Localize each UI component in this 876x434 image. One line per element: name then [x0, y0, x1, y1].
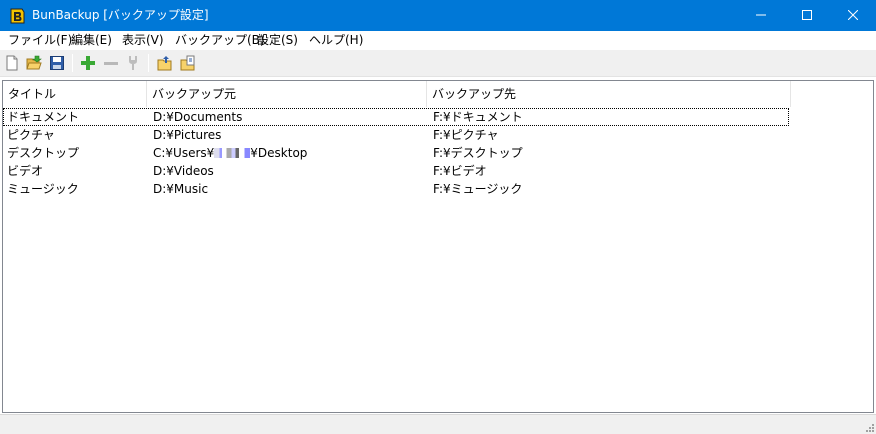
list-item[interactable]: ピクチャ D:¥Pictures F:¥ピクチャ: [3, 126, 789, 144]
toolbar-separator: [148, 54, 149, 72]
toolbar: [0, 50, 876, 77]
item-destination: F:¥ビデオ: [433, 164, 487, 178]
item-destination: F:¥ピクチャ: [433, 128, 499, 142]
open-folder-icon: [26, 55, 42, 70]
item-title: ビデオ: [7, 164, 44, 178]
item-source: C:¥Users¥ ¥Desktop: [149, 144, 307, 162]
window-title: BunBackup [バックアップ設定]: [32, 8, 209, 22]
list-item[interactable]: ビデオ D:¥Videos F:¥ビデオ: [3, 162, 789, 180]
bunbackup-app-icon[interactable]: [8, 7, 26, 25]
masked-username: [214, 148, 251, 158]
item-destination: F:¥デスクトップ: [433, 146, 523, 160]
menu-bar: ファイル(F) 編集(E) 表示(V) バックアップ(B) 設定(S) ヘルプ(…: [0, 31, 876, 50]
backup-icon: [157, 56, 172, 71]
add-button[interactable]: [78, 53, 98, 73]
save-button[interactable]: [47, 53, 67, 73]
maximize-icon: [802, 10, 812, 20]
menu-backup[interactable]: バックアップ(B): [175, 33, 265, 48]
close-button[interactable]: [830, 0, 876, 31]
column-header-source[interactable]: バックアップ元: [147, 81, 427, 107]
item-source: D:¥Videos: [153, 164, 214, 178]
menu-edit[interactable]: 編集(E): [71, 33, 112, 48]
status-bar: [0, 414, 876, 434]
item-title: ドキュメント: [7, 110, 80, 124]
item-title: ミュージック: [7, 182, 79, 196]
new-button[interactable]: [2, 53, 22, 73]
resize-grip-icon[interactable]: [864, 422, 874, 432]
minimize-icon: [756, 14, 766, 16]
item-source: D:¥Documents: [153, 110, 243, 124]
column-header-title[interactable]: タイトル: [3, 81, 147, 107]
item-title: ピクチャ: [7, 128, 55, 142]
menu-help[interactable]: ヘルプ(H): [309, 33, 363, 48]
menu-file[interactable]: ファイル(F): [8, 33, 72, 48]
source-prefix: C:¥Users¥: [153, 146, 215, 160]
list-item[interactable]: ミュージック D:¥Music F:¥ミュージック: [3, 180, 789, 198]
backup-list[interactable]: タイトル バックアップ元 バックアップ先 ドキュメント D:¥Documents…: [2, 80, 874, 413]
new-file-icon: [6, 55, 18, 71]
item-destination: F:¥ミュージック: [433, 182, 523, 196]
item-title: デスクトップ: [7, 146, 80, 160]
open-button[interactable]: [24, 53, 44, 73]
backup-button[interactable]: [155, 53, 175, 73]
item-destination: F:¥ドキュメント: [433, 110, 523, 124]
list-header: タイトル バックアップ元 バックアップ先: [3, 81, 873, 107]
source-suffix: ¥Desktop: [250, 146, 308, 160]
menu-settings[interactable]: 設定(S): [257, 33, 298, 48]
menu-view[interactable]: 表示(V): [122, 33, 164, 48]
save-icon: [50, 56, 64, 70]
list-item[interactable]: デスクトップ C:¥Users¥ ¥Desktop F:¥デスクトップ: [3, 144, 789, 162]
toolbar-separator: [72, 54, 73, 72]
maximize-button[interactable]: [784, 0, 830, 31]
title-bar[interactable]: BunBackup [バックアップ設定]: [0, 0, 876, 31]
restore-button[interactable]: [178, 53, 198, 73]
item-source: D:¥Pictures: [153, 128, 222, 142]
restore-icon: [180, 55, 195, 71]
close-icon: [848, 10, 858, 20]
properties-icon: [129, 56, 137, 70]
column-header-destination[interactable]: バックアップ先: [427, 81, 791, 107]
item-source: D:¥Music: [153, 182, 209, 196]
minimize-button[interactable]: [738, 0, 784, 31]
remove-icon: [104, 62, 118, 65]
add-icon: [81, 56, 95, 70]
remove-button[interactable]: [101, 53, 121, 73]
properties-button[interactable]: [123, 53, 143, 73]
list-item[interactable]: ドキュメント D:¥Documents F:¥ドキュメント: [3, 108, 789, 126]
